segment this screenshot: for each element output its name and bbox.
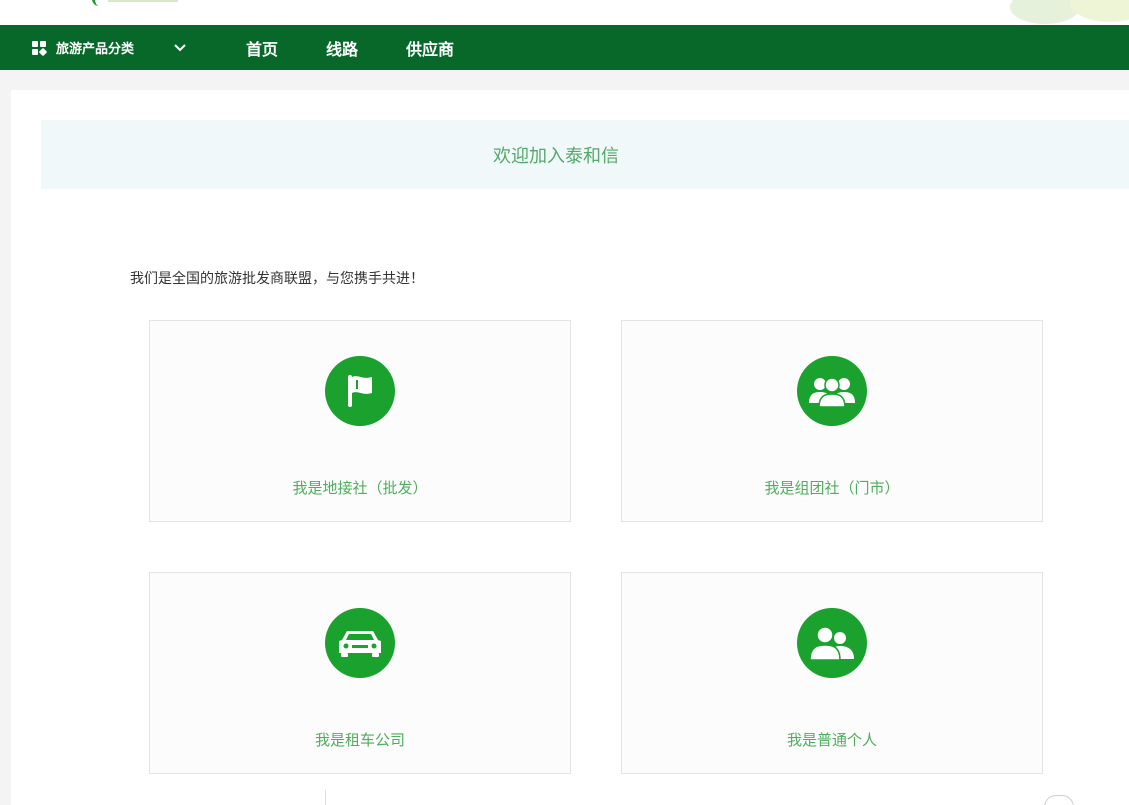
users-icon <box>809 626 854 661</box>
main-panel: 欢迎加入泰和信 我们是全国的旅游批发商联盟，与您携手共进！ 我是地接社（批发） … <box>11 90 1129 805</box>
group-icon <box>809 377 855 408</box>
logo[interactable] <box>92 0 106 6</box>
role-card-label: 我是地接社（批发） <box>292 479 428 497</box>
role-card-tour-agency[interactable]: 我是组团社（门市） <box>621 320 1043 522</box>
main-nav-bar: 旅游产品分类 首页 线路 供应商 <box>0 25 1129 70</box>
product-category-menu[interactable]: 旅游产品分类 <box>0 25 220 70</box>
role-icon-circle <box>797 608 867 678</box>
logo-text-fragment <box>108 0 178 2</box>
top-header <box>0 0 1129 25</box>
decorative-cloud <box>1070 0 1129 22</box>
divider <box>325 790 326 805</box>
role-icon-circle <box>797 356 867 426</box>
welcome-title: 欢迎加入泰和信 <box>493 145 619 167</box>
intro-text: 我们是全国的旅游批发商联盟，与您携手共进！ <box>130 271 424 287</box>
flag-icon <box>348 375 372 407</box>
role-card-car-rental[interactable]: 我是租车公司 <box>149 572 571 774</box>
role-icon-circle <box>325 356 395 426</box>
grid-icon <box>32 40 48 56</box>
nav-link-home[interactable]: 首页 <box>246 36 278 60</box>
role-card-label: 我是租车公司 <box>314 731 405 749</box>
role-card-label: 我是组团社（门市） <box>764 479 900 497</box>
chevron-down-icon <box>174 43 186 51</box>
role-icon-circle <box>325 608 395 678</box>
nav-link-routes[interactable]: 线路 <box>326 36 358 60</box>
role-card-local-agency[interactable]: 我是地接社（批发） <box>149 320 571 522</box>
decorative-shape <box>1044 795 1074 805</box>
category-menu-label: 旅游产品分类 <box>56 42 135 57</box>
role-card-label: 我是普通个人 <box>786 731 877 749</box>
nav-link-suppliers[interactable]: 供应商 <box>406 36 454 60</box>
car-icon <box>339 631 381 657</box>
welcome-banner: 欢迎加入泰和信 <box>41 120 1129 189</box>
role-card-individual[interactable]: 我是普通个人 <box>621 572 1043 774</box>
